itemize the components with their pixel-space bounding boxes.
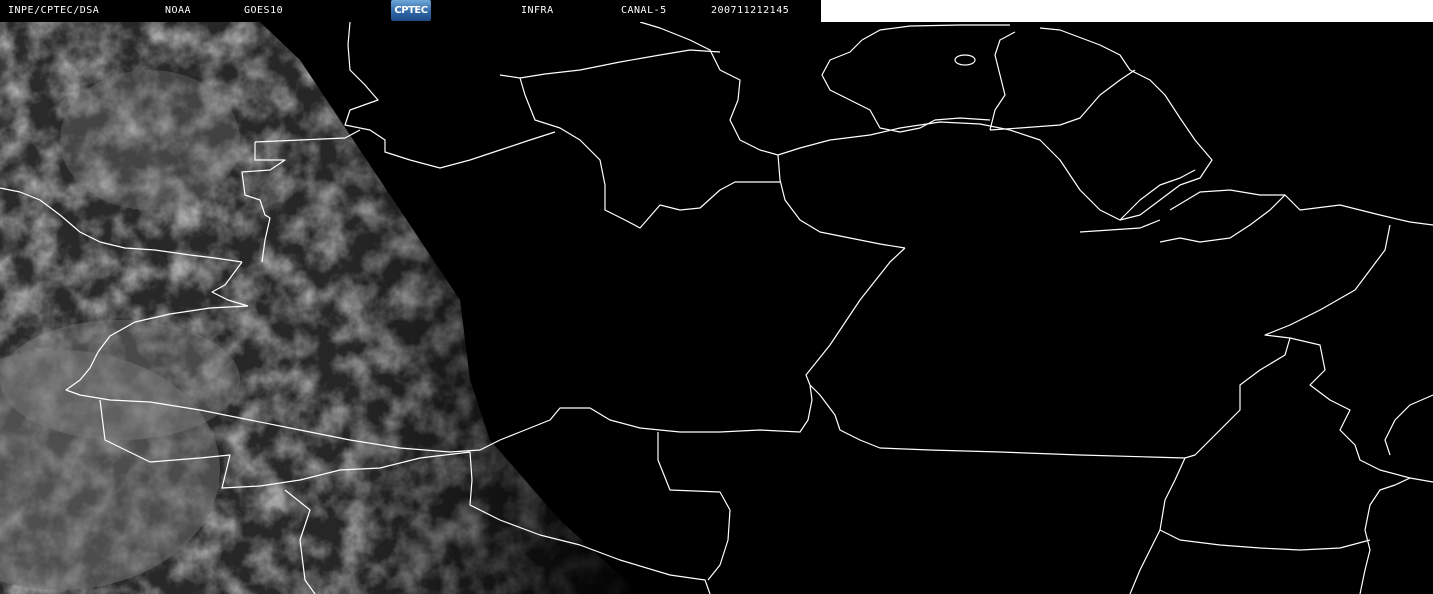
border-line-12 — [989, 69, 1136, 131]
border-line-30 — [1079, 219, 1161, 233]
timestamp-label: 200711212145 — [711, 5, 790, 16]
border-line-29 — [1119, 169, 1196, 221]
border-line-23 — [809, 384, 1186, 459]
border-line-14 — [861, 24, 1010, 41]
border-island — [954, 54, 976, 66]
border-line-20 — [1159, 189, 1286, 243]
border-line-11 — [989, 31, 1016, 131]
border-line-21 — [1284, 194, 1433, 226]
border-line-28 — [1359, 477, 1411, 594]
cptec-logo-text: CPTEC — [394, 5, 428, 16]
border-line-26 — [1289, 337, 1433, 483]
satellite-image-viewer: INPE/CPTEC/DSA NOAA GOES10 CPTEC INFRA C… — [0, 0, 1433, 594]
border-line-27 — [1384, 394, 1433, 456]
institution-label: INPE/CPTEC/DSA — [8, 5, 100, 16]
image-header-bar: INPE/CPTEC/DSA NOAA GOES10 CPTEC INFRA C… — [0, 0, 821, 22]
border-line-24 — [1129, 457, 1186, 594]
product-label: INFRA — [521, 5, 554, 16]
header-blank-area — [821, 0, 1433, 22]
border-line-25 — [1159, 529, 1371, 551]
channel-label: CANAL-5 — [621, 5, 667, 16]
agency-label: NOAA — [165, 5, 192, 16]
satellite-map — [0, 21, 1433, 594]
border-line-13 — [821, 39, 991, 133]
cloud-layer — [0, 22, 720, 594]
border-line-22 — [1184, 224, 1391, 459]
satellite-label: GOES10 — [244, 5, 284, 16]
cptec-logo: CPTEC — [391, 0, 431, 21]
